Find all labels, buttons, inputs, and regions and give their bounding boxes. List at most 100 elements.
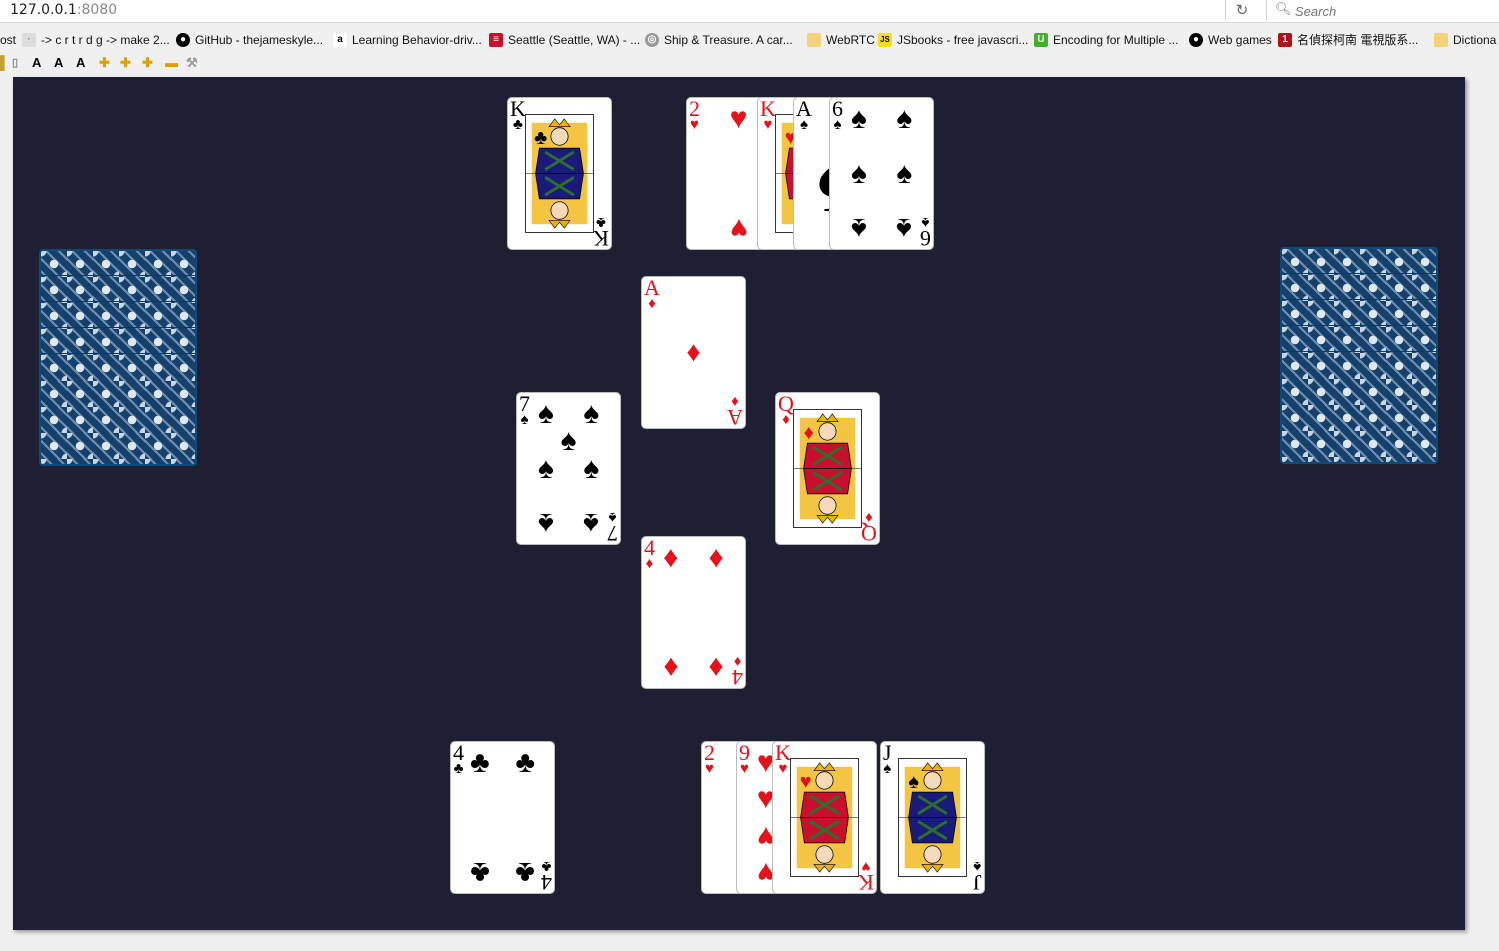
search-icon: 🔍︎ <box>1275 1 1292 16</box>
card-corner-index: Q ♦ <box>861 509 877 544</box>
bookmark-item[interactable]: · -> c r t r d g -> make 2... <box>22 31 170 49</box>
news-icon: ≡ <box>489 33 503 47</box>
bookmark-item[interactable]: ≡ Seattle (Seattle, WA) - ... <box>489 31 640 49</box>
bookmark-item[interactable]: a Learning Behavior-driv... <box>333 31 482 49</box>
trick-card-right[interactable]: Q ♦ Q ♦ ♦ <box>775 392 880 545</box>
card-suit-icon: ♥ <box>799 771 812 794</box>
wrench-icon[interactable]: ⚒ <box>186 54 198 72</box>
url-text[interactable]: 127.0.0.1:8080 <box>10 2 117 18</box>
bookmark-item[interactable]: Dictiona <box>1434 31 1496 49</box>
card-suit-icon: ♥ <box>705 761 714 777</box>
card-rank: J <box>973 870 982 894</box>
bookmark-item[interactable]: ● GitHub - thejameskyle... <box>176 31 323 49</box>
bookmark-item[interactable]: 1 名偵探柯南 電視版系... <box>1278 31 1418 49</box>
card-suit-icon: ♥ <box>740 761 749 777</box>
north-played-card[interactable]: K ♣ K ♣ ♣ <box>507 97 612 250</box>
court-card-portrait: ♦ <box>793 409 862 528</box>
card-pip: ♥ <box>729 211 748 245</box>
search-box[interactable]: 🔍︎ <box>1266 0 1499 21</box>
search-input[interactable] <box>1293 1 1497 21</box>
trick-card-bottom[interactable]: 4 ♦ 4 ♦ ♦ ♦ ♦ ♦ <box>641 536 746 689</box>
card-pip: ♣ <box>515 746 535 780</box>
text-size-icon[interactable]: A <box>76 54 85 72</box>
card-corner-index: 7 ♠ <box>607 509 618 544</box>
card-pip: ♠ <box>537 506 554 540</box>
text-size-icon[interactable]: A <box>54 54 63 72</box>
card-corner-index: J ♠ <box>973 858 982 893</box>
east-hand-card-back <box>1280 247 1438 464</box>
card-pip: ♠ <box>850 156 867 190</box>
card-corner-index: K♥ <box>760 98 776 133</box>
folder-icon <box>807 33 821 47</box>
folder-icon[interactable]: ▌ <box>0 54 9 72</box>
card-corner-index: Q ♦ <box>778 393 794 428</box>
bookmark-label: JSbooks - free javascri... <box>897 33 1029 47</box>
card-corner-index: 4 ♣ <box>541 858 552 893</box>
card-corner-index: 2♥ <box>689 98 700 133</box>
trick-card-top[interactable]: A ♦ A ♦ ♦ <box>641 276 746 429</box>
github-icon: ● <box>1189 33 1203 47</box>
bookmark-label: Learning Behavior-driv... <box>352 33 482 47</box>
card-pip: ♠ <box>560 424 577 458</box>
plus-icon[interactable]: ✚ <box>142 54 153 72</box>
one-icon: 1 <box>1278 33 1292 47</box>
bookmark-label: ost <box>0 33 17 47</box>
game-table: K♣K♣ ♣2♥2♥♥♥K♥K♥ ♥A♠A♠♠6♠6♠♠♠♠♠♠♠A♦A♦♦7♠… <box>13 77 1465 930</box>
bookmark-label: GitHub - thejameskyle... <box>195 33 324 47</box>
north-hand-card[interactable]: 6 ♠ 6 ♠ ♠ ♠ ♠ ♠ ♠ ♠ <box>829 97 934 250</box>
card-pip: ♠ <box>537 397 554 431</box>
bookmark-label: Encoding for Multiple ... <box>1053 33 1179 47</box>
url-host: 127.0.0.1 <box>10 2 77 18</box>
south-hand-card[interactable]: J ♠ J ♠ ♠ <box>880 741 985 894</box>
card-corner-index: K ♣ <box>593 214 609 249</box>
bookmark-item[interactable]: JS JSbooks - free javascri... <box>878 31 1028 49</box>
bookmark-label: Seattle (Seattle, WA) - ... <box>508 33 641 47</box>
bookmark-label: WebRTC <box>826 33 875 47</box>
card-rank: 6 <box>920 226 931 250</box>
west-hand-card-back <box>39 249 197 466</box>
minus-icon[interactable]: ▬ <box>165 54 178 72</box>
card-pip: ♣ <box>515 855 535 889</box>
plus-icon[interactable]: ✚ <box>99 54 110 72</box>
reload-icon[interactable]: ↻ <box>1225 0 1258 21</box>
card-corner-index: 4 ♦ <box>732 653 743 688</box>
card-pip: ♠ <box>896 156 913 190</box>
card-corner-index: 2♥ <box>704 742 715 777</box>
court-card-portrait: ♥ <box>790 758 859 877</box>
bookmark-item[interactable]: ◎ Ship & Treasure. A car... <box>645 31 793 49</box>
card-corner-index: J ♠ <box>883 742 892 777</box>
card-pip: ♠ <box>896 102 913 136</box>
document-icon[interactable]: ▯ <box>12 54 18 72</box>
bookmark-item[interactable]: ● Web games <box>1189 31 1272 49</box>
south-hand-card[interactable]: K ♥ K ♥ ♥ <box>772 741 877 894</box>
card-pip: ♦ <box>663 650 679 684</box>
card-pip: ♣ <box>469 855 490 889</box>
card-corner-index: A♠ <box>796 98 812 133</box>
plus-icon[interactable]: ✚ <box>120 54 131 72</box>
card-corner-index: A ♦ <box>644 277 660 312</box>
url-bar[interactable]: 127.0.0.1:8080 ↻ 🔍︎ <box>0 0 1499 23</box>
card-corner-index: 7 ♠ <box>519 393 530 428</box>
card-pip: ♦ <box>663 541 679 575</box>
bookmark-label: Web games <box>1208 33 1272 47</box>
bookmark-label: 名偵探柯南 電視版系... <box>1297 33 1419 47</box>
card-corner-index: A ♦ <box>727 393 743 428</box>
bookmark-item[interactable]: ost <box>0 31 16 49</box>
bookmark-label: Dictiona <box>1453 33 1497 47</box>
text-size-icon[interactable]: A <box>32 54 41 72</box>
trick-card-left[interactable]: 7 ♠ 7 ♠ ♠ ♠ ♠ ♠ ♠ ♠ ♠ <box>516 392 621 545</box>
card-rank: Q <box>861 521 877 545</box>
card-pip: ♠ <box>583 397 600 431</box>
card-corner-index: 4 ♦ <box>644 537 655 572</box>
south-played-card[interactable]: 4 ♣ 4 ♣ ♣ ♣ ♣ ♣ <box>450 741 555 894</box>
bookmark-item[interactable]: U Encoding for Multiple ... <box>1034 31 1178 49</box>
card-rank: A <box>727 405 743 429</box>
card-corner-index: K♥ <box>775 742 791 777</box>
card-corner-index: K ♣ <box>510 98 526 133</box>
card-pip: ♠ <box>537 451 554 485</box>
bookmarks-bar: ost · -> c r t r d g -> make 2... ● GitHub… <box>0 28 1499 52</box>
card-pip: ♦ <box>708 541 724 575</box>
bookmark-label: -> c r t r d g -> make 2... <box>41 33 170 47</box>
bookmark-item[interactable]: WebRTC <box>807 31 875 49</box>
card-suit-icon: ♣ <box>541 858 552 874</box>
